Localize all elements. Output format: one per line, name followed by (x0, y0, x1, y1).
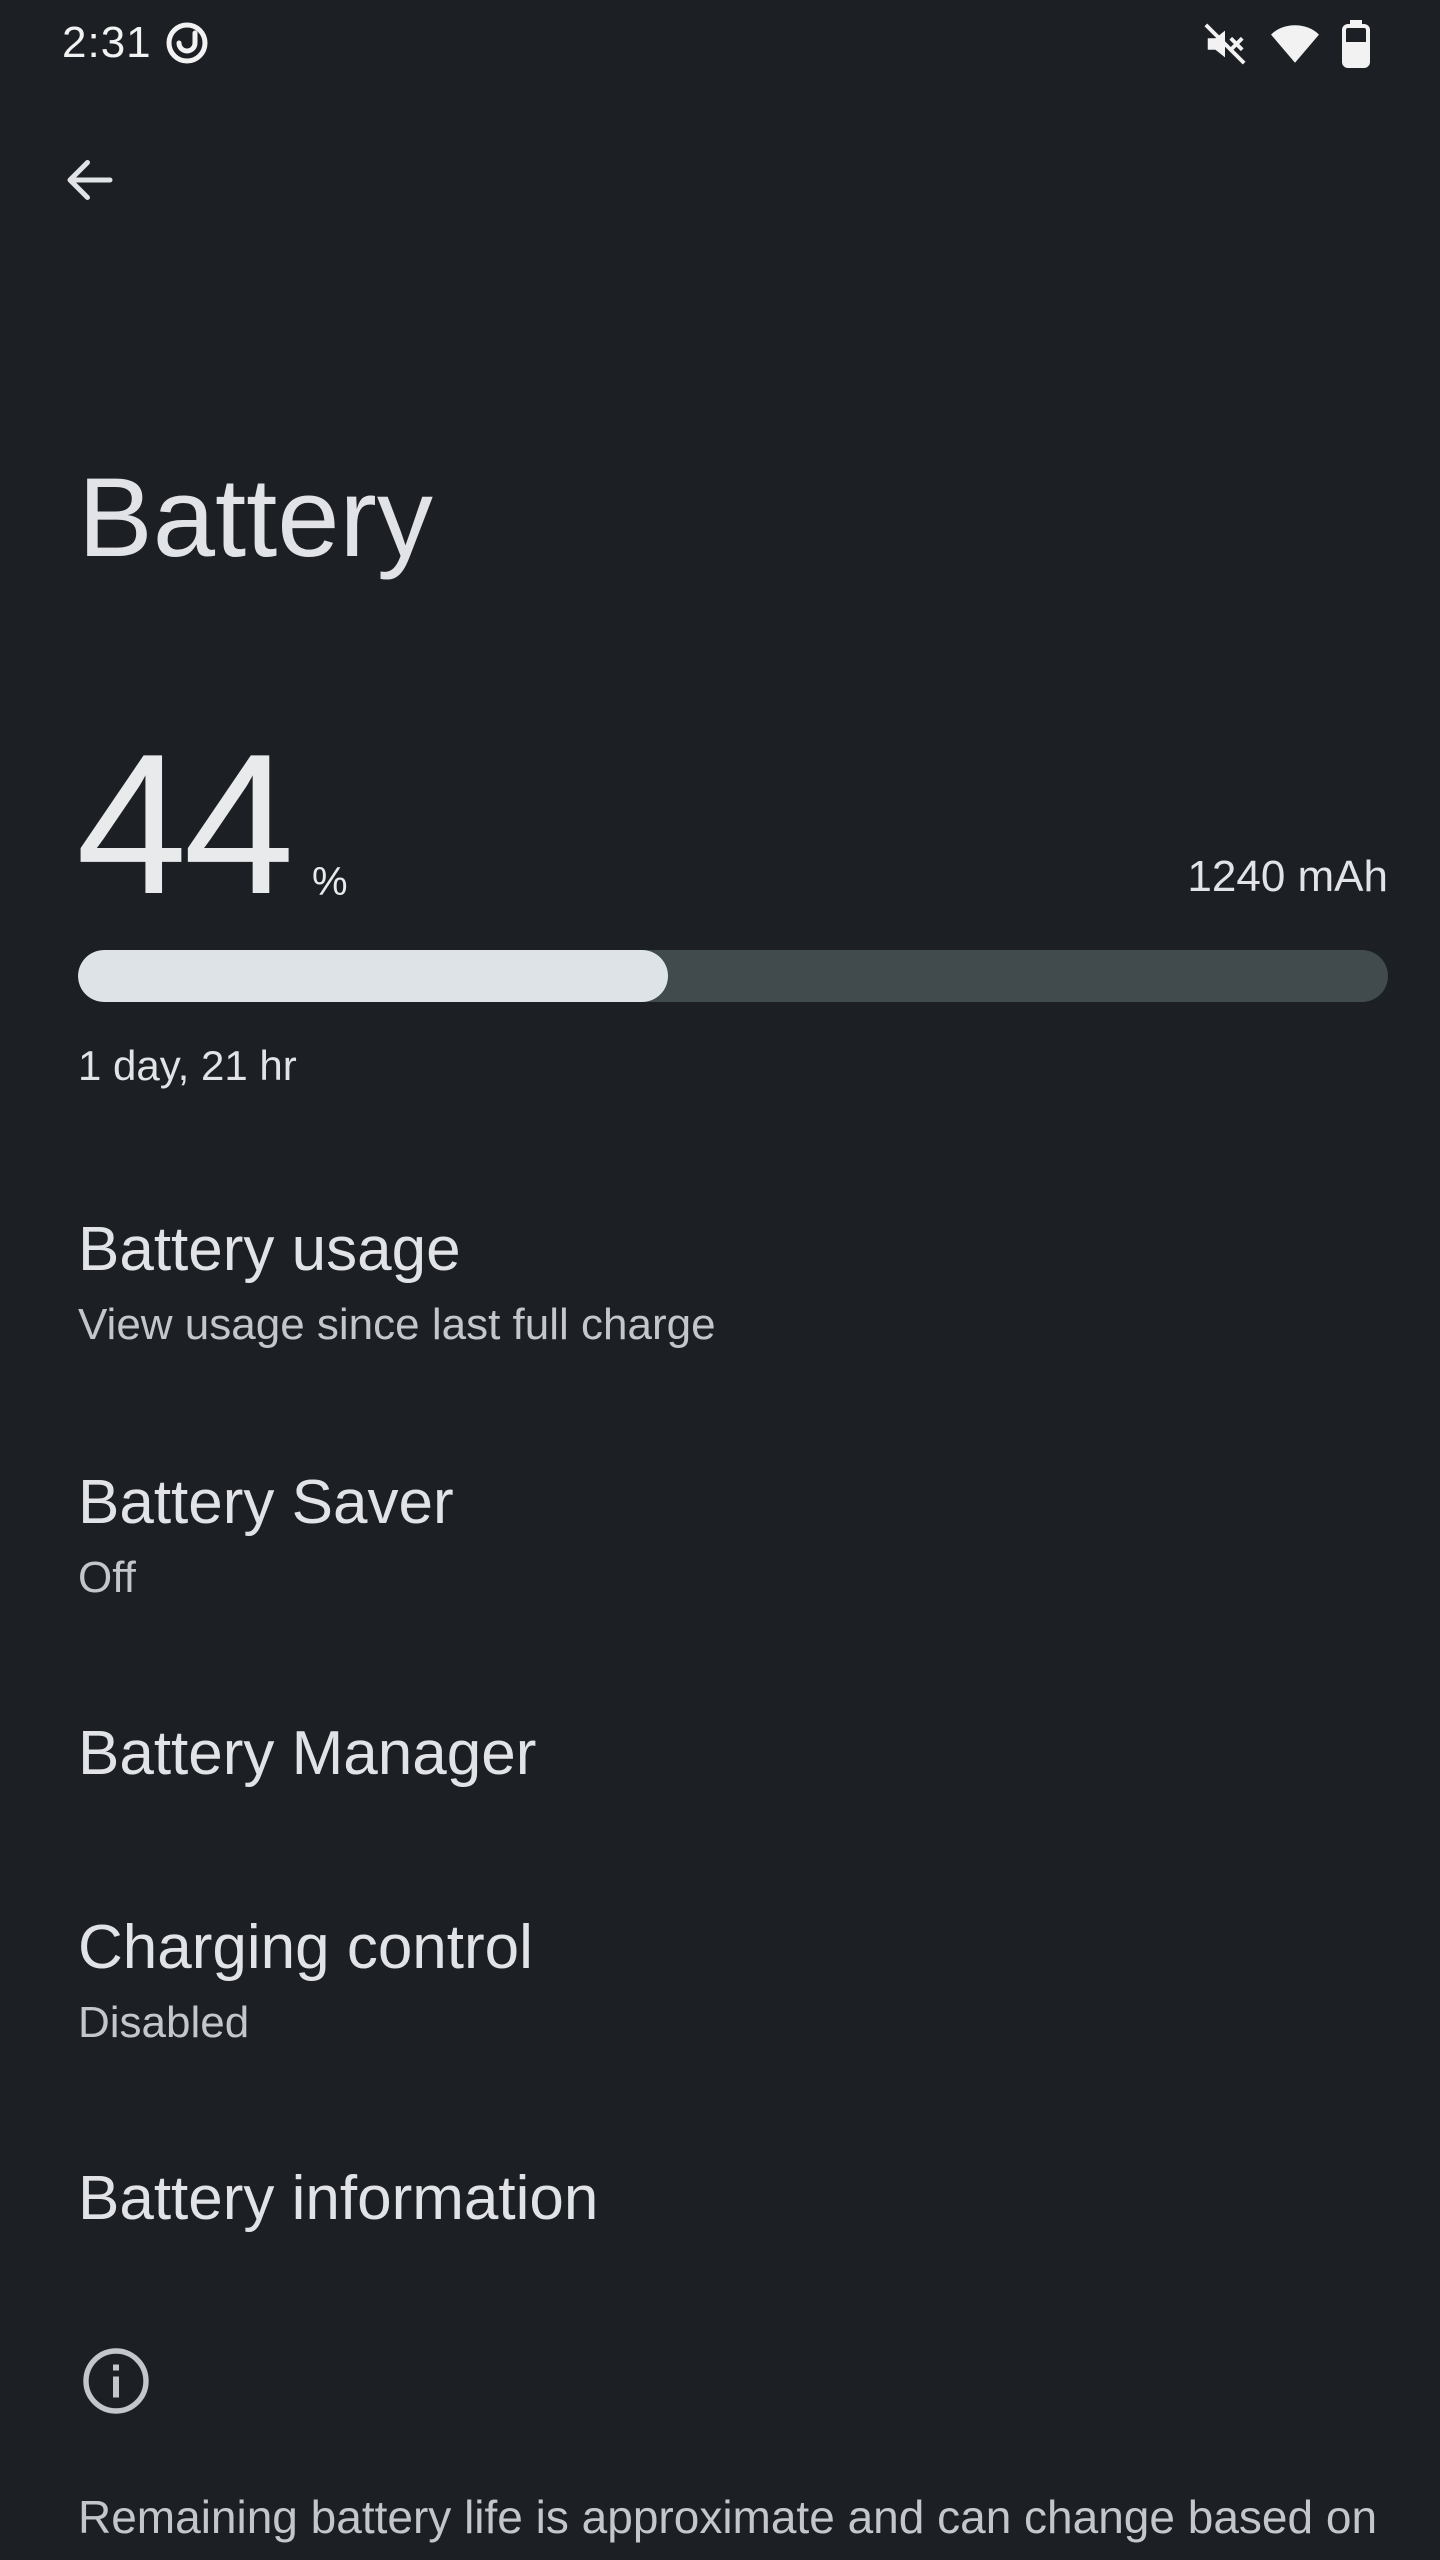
battery-level-unit: % (312, 860, 348, 904)
battery-level-bar (78, 950, 1388, 1002)
battery-settings-screen: 2:31 Battery 44 % 1240 mAh 1 day, 21 hr … (0, 0, 1440, 2560)
info-icon (83, 2348, 149, 2414)
battery-icon (1342, 20, 1370, 68)
battery-remaining-time: 1 day, 21 hr (78, 1042, 297, 1089)
pref-charging-control[interactable]: Charging control Disabled (0, 1888, 1440, 2088)
pref-title: Battery usage (78, 1215, 461, 1284)
pref-title: Battery information (78, 2164, 599, 2233)
app-notification-icon (166, 22, 208, 64)
pref-summary: View usage since last full charge (78, 1300, 716, 1349)
pref-battery-saver[interactable]: Battery Saver Off (0, 1443, 1440, 1643)
status-bar: 2:31 (0, 0, 1440, 90)
status-icons (1202, 20, 1370, 68)
pref-battery-manager[interactable]: Battery Manager (0, 1700, 1440, 1890)
battery-capacity: 1240 mAh (1187, 852, 1388, 901)
wifi-icon (1271, 25, 1319, 63)
pref-battery-usage[interactable]: Battery usage View usage since last full… (0, 1190, 1440, 1390)
pref-summary: Disabled (78, 1998, 250, 2047)
mute-icon (1204, 23, 1246, 65)
page-title: Battery (78, 455, 433, 580)
pref-battery-information[interactable]: Battery information (0, 2145, 1440, 2335)
status-time: 2:31 (62, 18, 152, 67)
arrow-back-icon (67, 160, 113, 200)
pref-summary: Off (78, 1553, 136, 1602)
pref-title: Battery Manager (78, 1719, 537, 1788)
battery-level-bar-fill (78, 950, 668, 1002)
battery-level-number: 44 (76, 713, 294, 936)
pref-title: Battery Saver (78, 1468, 454, 1537)
pref-title: Charging control (78, 1913, 533, 1982)
footer-text: Remaining battery life is approximate an… (78, 2491, 1378, 2543)
back-button[interactable] (50, 140, 130, 220)
